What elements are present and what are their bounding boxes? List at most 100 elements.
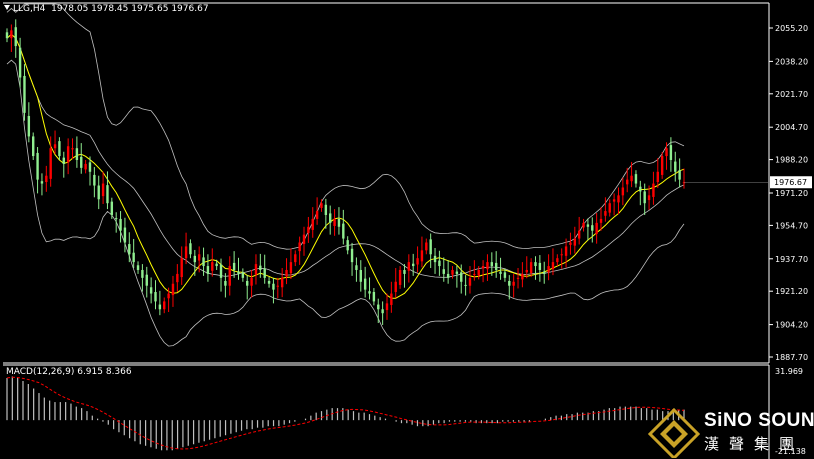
candle-body [499,271,502,274]
candle-body [320,203,323,208]
candle-body [455,271,459,274]
candle-body [368,291,371,294]
macd-axis-top: 31.969 [775,367,803,376]
candle-body [219,264,223,278]
candle-body [647,195,651,201]
candle-body [202,257,205,267]
candle-body [494,262,498,270]
candle-body [119,218,122,231]
price-tick-label: 2021.70 [775,90,808,99]
candle-body [516,277,520,279]
candle-body [582,222,585,228]
candle-body [390,293,393,305]
candle-body [591,225,594,231]
dropdown-triangle-icon[interactable] [4,5,10,10]
candle-body [678,170,681,180]
candle-body [18,47,22,78]
candle-body [660,156,664,175]
candle-body [84,163,87,170]
candle-body [551,262,555,270]
candle-body [599,218,603,223]
candle-body [315,211,319,219]
candle-body [342,223,345,239]
candle-body [608,203,611,213]
candle-body [254,264,258,275]
candle-body [634,174,638,184]
candle [32,132,35,160]
candle-body [114,218,118,220]
candle-body [464,284,467,286]
candle-body [468,277,472,286]
candle-body [385,303,389,311]
candle-body [53,144,57,149]
candle-body [433,255,437,263]
candle-body [224,280,227,286]
candle-body [416,258,419,265]
candle-body [246,280,249,286]
candle-body [460,272,463,282]
candle-body [27,115,31,137]
candle-body [294,254,297,263]
candle-body [197,254,201,261]
candle-body [490,262,494,267]
candle-body [176,273,179,283]
current-price-label: 1976.67 [774,178,807,187]
candle-body [267,280,271,284]
candle-body [669,145,673,160]
candle-body [639,186,642,192]
candle-body [534,262,537,267]
logo-text-en: SiNO SOUND [704,410,814,431]
candle-body [355,265,358,270]
candle-body [298,242,301,252]
candle-body [97,185,100,200]
candle-body [237,271,240,274]
candle-body [547,266,550,273]
candle-body [595,222,598,234]
candle-body [442,269,445,274]
candle-body [377,304,380,310]
candle-body [612,199,616,202]
candle-body [276,285,280,287]
candle-body [656,171,659,182]
candle-body [429,239,432,255]
candle-body [289,262,293,274]
candle-body [477,269,480,276]
candle-body [337,218,341,227]
candle-body [14,27,17,47]
candle-body [398,269,402,285]
candle-body [381,309,384,314]
candle-body [211,262,214,271]
candle [660,152,664,179]
candle-body [23,75,26,113]
candle-body [36,152,39,180]
chart-canvas: 2055.20 2038.20 2021.70 2004.70 1988.20 1971.… [0,0,814,459]
price-tick-label: 1954.70 [775,221,808,230]
candle-body [503,272,507,278]
candle-body [630,175,633,182]
chart-header: LLG,H4 1978.05 1978.45 1975.65 1976.67 [4,4,209,14]
candle-body [407,262,411,271]
candle-body [180,258,183,278]
candle-body [228,266,231,286]
candle-body [302,234,306,245]
candle-body [58,141,61,157]
candle-body [529,262,533,274]
candle-body [403,269,406,274]
candle-body [88,162,92,172]
company-logo: SiNO SOUND 漢聲集團 [648,408,814,459]
symbol-label: LLG,H4 [13,4,46,14]
candle-body [123,227,127,243]
candle-body [311,218,314,230]
candle-body [106,185,109,204]
candle-body [5,32,9,39]
candle-body [189,243,192,255]
candle-body [372,291,376,302]
candle-body [141,269,144,278]
candle-body [206,266,210,274]
candle-body [145,274,148,286]
candle-body [569,242,572,245]
candle-body [158,304,162,310]
candle-body [538,262,542,270]
candle-body [259,265,262,270]
candle-body [486,262,489,270]
